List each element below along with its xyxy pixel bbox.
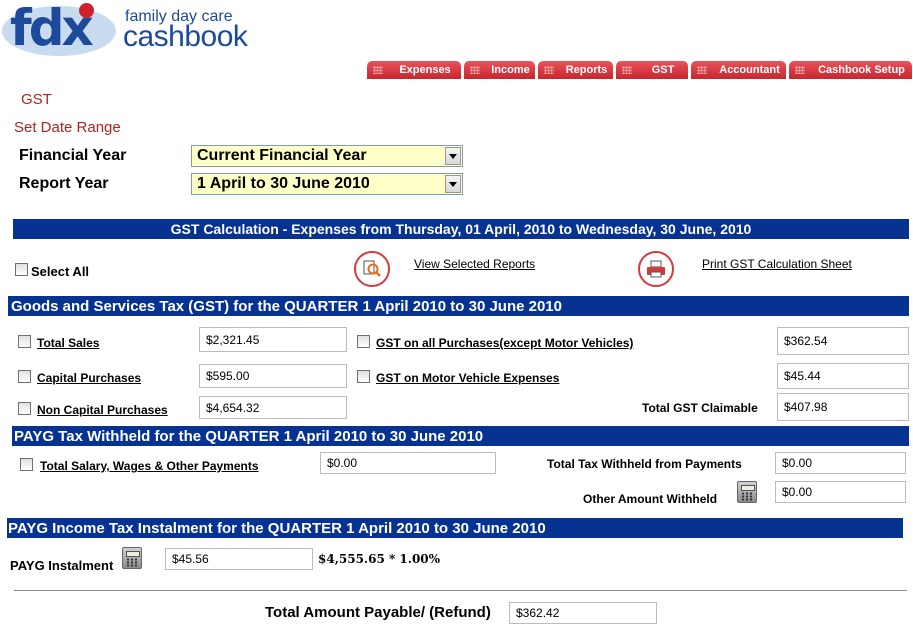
capital-purchases-checkbox[interactable] (18, 370, 31, 383)
total-sales-field[interactable]: $2,321.45 (199, 327, 347, 352)
total-sales-checkbox[interactable] (18, 335, 31, 348)
financial-year-select[interactable]: Current Financial Year (191, 145, 463, 167)
magnifier-report-icon[interactable] (354, 251, 390, 287)
total-payable-label: Total Amount Payable/ (Refund) (265, 604, 491, 621)
financial-year-label: Financial Year (19, 147, 127, 164)
nav-tab-reports[interactable]: Reports (538, 61, 613, 79)
select-all-label: Select All (31, 264, 90, 279)
nav-tab-accountant[interactable]: Accountant (691, 61, 786, 79)
total-salary-field[interactable]: $0.00 (320, 452, 496, 474)
gst-calculation-header: GST Calculation - Expenses from Thursday… (13, 219, 909, 239)
total-tax-withheld-label: Total Tax Withheld from Payments (547, 457, 742, 471)
payg-instalment-formula: $4,555.65 * 1.00% (318, 552, 441, 566)
payg-instalment-field[interactable]: $45.56 (165, 548, 313, 570)
total-payable-field[interactable]: $362.42 (509, 602, 657, 624)
gst-all-purchases-link[interactable]: GST on all Purchases(except Motor Vehicl… (376, 336, 633, 350)
gst-quarter-header: Goods and Services Tax (GST) for the QUA… (8, 296, 909, 316)
total-sales-link[interactable]: Total Sales (37, 336, 99, 350)
nav-tab-gst[interactable]: GST (616, 61, 688, 79)
chevron-down-icon[interactable] (445, 147, 461, 165)
select-all-checkbox[interactable] (15, 263, 28, 276)
nav-tab-cashbook-setup[interactable]: Cashbook Setup (789, 61, 912, 79)
grid-icon (373, 66, 383, 74)
grid-icon (544, 66, 554, 74)
divider (14, 590, 907, 591)
payg-instalment-header: PAYG Income Tax Instalment for the QUART… (7, 518, 903, 538)
nav-tab-income[interactable]: Income (464, 61, 535, 79)
gst-all-purchases-field[interactable]: $362.54 (777, 327, 909, 355)
printer-icon[interactable] (638, 251, 674, 287)
non-capital-purchases-field[interactable]: $4,654.32 (199, 396, 347, 419)
grid-icon (795, 66, 805, 74)
chevron-down-icon[interactable] (445, 175, 461, 193)
payg-withheld-header: PAYG Tax Withheld for the QUARTER 1 Apri… (12, 426, 909, 446)
grid-icon (470, 66, 480, 74)
print-gst-calculation-sheet-link[interactable]: Print GST Calculation Sheet (702, 257, 852, 271)
total-salary-checkbox[interactable] (20, 458, 33, 471)
report-year-select[interactable]: 1 April to 30 June 2010 (191, 173, 463, 195)
page-title: GST (21, 91, 52, 108)
total-salary-link[interactable]: Total Salary, Wages & Other Payments (40, 459, 259, 473)
report-year-value: 1 April to 30 June 2010 (197, 175, 370, 192)
report-year-label: Report Year (19, 175, 109, 192)
total-tax-withheld-field[interactable]: $0.00 (775, 452, 906, 474)
other-amount-withheld-field[interactable]: $0.00 (775, 481, 906, 503)
gst-motor-link[interactable]: GST on Motor Vehicle Expenses (376, 371, 559, 385)
grid-icon (622, 66, 632, 74)
total-gst-claimable-label: Total GST Claimable (642, 401, 758, 415)
financial-year-value: Current Financial Year (197, 147, 367, 164)
gst-all-purchases-checkbox[interactable] (357, 335, 370, 348)
payg-instalment-label: PAYG Instalment (10, 558, 114, 573)
date-range-title: Set Date Range (14, 119, 121, 136)
other-amount-withheld-label: Other Amount Withheld (583, 492, 718, 506)
gst-motor-field[interactable]: $45.44 (777, 363, 909, 389)
calculator-icon[interactable] (737, 481, 757, 503)
calculator-icon[interactable] (122, 547, 142, 569)
non-capital-purchases-checkbox[interactable] (18, 402, 31, 415)
capital-purchases-field[interactable]: $595.00 (199, 364, 347, 388)
nav-tab-expenses[interactable]: Expenses (367, 61, 461, 79)
logo-dot (79, 3, 94, 18)
total-gst-claimable-field[interactable]: $407.98 (777, 393, 909, 421)
view-selected-reports-link[interactable]: View Selected Reports (414, 257, 535, 271)
gst-motor-checkbox[interactable] (357, 370, 370, 383)
logo-name: cashbook (123, 20, 248, 53)
grid-icon (697, 66, 707, 74)
capital-purchases-link[interactable]: Capital Purchases (37, 371, 141, 385)
non-capital-purchases-link[interactable]: Non Capital Purchases (37, 403, 168, 417)
